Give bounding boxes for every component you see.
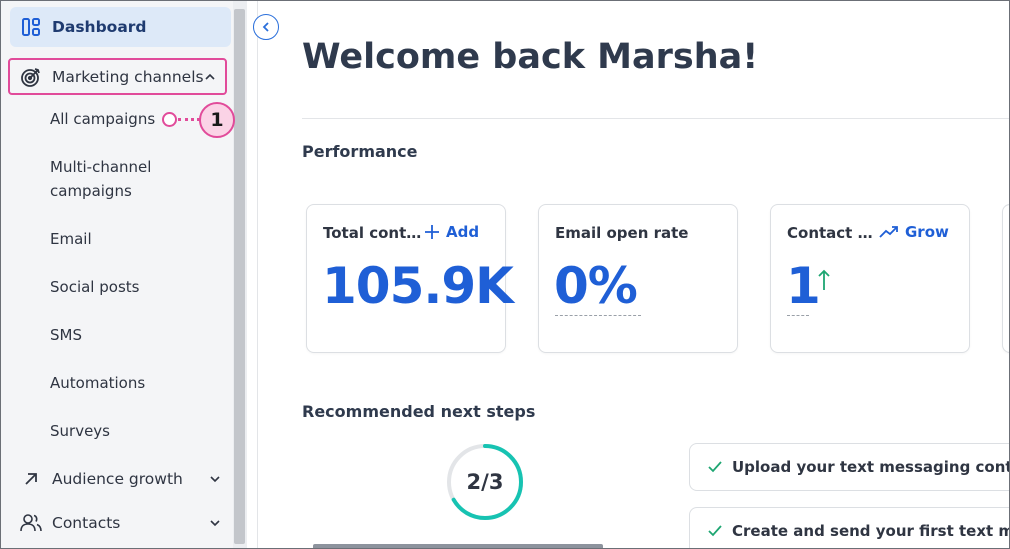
sidebar-item-label: Dashboard [52, 18, 147, 36]
chevron-left-icon [262, 22, 269, 32]
sidebar-scrollbar-thumb[interactable] [234, 9, 245, 544]
page-title: Welcome back Marsha! [302, 37, 759, 77]
sidebar-item-label: Marketing channels [52, 67, 204, 86]
chevron-down-icon[interactable] [207, 515, 223, 531]
divider [257, 1, 258, 548]
trending-up-icon [879, 226, 898, 238]
sidebar-item-label: Contacts [52, 514, 121, 532]
check-icon [708, 522, 722, 540]
step-label: Create and send your first text messa [732, 522, 1009, 540]
callout-dot [162, 112, 177, 127]
sidebar-subitem-sms[interactable]: SMS [50, 323, 82, 347]
target-icon [20, 66, 42, 88]
add-label: Add [446, 223, 480, 241]
sidebar-item-marketing-channels[interactable]: Marketing channels [8, 58, 227, 95]
chevron-up-icon[interactable] [204, 69, 217, 85]
check-icon [708, 458, 722, 476]
grow-label: Grow [905, 223, 949, 241]
card-title: Email open rate [555, 224, 689, 242]
card-value: 105.9K [322, 257, 514, 315]
card-value: 1 [786, 257, 821, 315]
sidebar-subitem-all-campaigns[interactable]: All campaigns [50, 107, 155, 131]
card-title: Total cont… [323, 224, 422, 242]
plus-icon [425, 225, 439, 239]
sidebar-item-contacts[interactable]: Contacts [10, 505, 231, 541]
arrow-up-right-icon [20, 468, 42, 490]
sidebar-item-audience-growth[interactable]: Audience growth [10, 461, 231, 497]
sidebar-subitem-email[interactable]: Email [50, 227, 92, 251]
add-contacts-button[interactable]: Add [424, 223, 479, 241]
collapse-sidebar-button[interactable] [253, 14, 279, 40]
progress-label: 2/3 [466, 470, 504, 494]
dashboard-icon [20, 16, 42, 38]
sidebar-subitem-surveys[interactable]: Surveys [50, 419, 110, 443]
divider [302, 118, 1009, 119]
metric-card-email-open-rate[interactable]: Email open rate 0% [538, 204, 738, 353]
sidebar-item-label: Audience growth [52, 470, 183, 488]
card-title: Contact … [787, 224, 873, 242]
recommended-section-title: Recommended next steps [302, 402, 536, 421]
callout-badge: 1 [199, 102, 235, 138]
card-value: 0% [554, 257, 638, 315]
sidebar-item-dashboard[interactable]: Dashboard [10, 7, 231, 47]
callout-connector [178, 118, 200, 121]
grow-button[interactable]: Grow [879, 223, 949, 241]
metric-card-total-contacts[interactable]: Total cont… Add 105.9K [306, 204, 514, 353]
metric-card-partial[interactable] [1002, 204, 1009, 353]
performance-section-title: Performance [302, 142, 418, 161]
metric-card-contact-growth[interactable]: Contact … Grow 1 [770, 204, 970, 353]
step-send-first-text[interactable]: Create and send your first text messa [689, 507, 1009, 548]
chevron-down-icon[interactable] [207, 471, 223, 487]
sidebar-subitem-multi-channel-campaigns[interactable]: Multi-channel campaigns [50, 155, 151, 203]
step-label: Upload your text messaging contacts [732, 458, 1010, 476]
value-underline [555, 315, 641, 316]
users-icon [20, 512, 42, 534]
step-upload-text-contacts[interactable]: Upload your text messaging contacts [689, 443, 1010, 491]
arrow-up-icon [818, 269, 830, 290]
sidebar-subitem-social-posts[interactable]: Social posts [50, 275, 139, 299]
sidebar: Dashboard Marketing channels All campaig… [1, 1, 233, 548]
app-window: Dashboard Marketing channels All campaig… [0, 0, 1010, 549]
value-underline [787, 315, 809, 316]
sidebar-subitem-automations[interactable]: Automations [50, 371, 145, 395]
cut-off-heading [313, 544, 603, 548]
